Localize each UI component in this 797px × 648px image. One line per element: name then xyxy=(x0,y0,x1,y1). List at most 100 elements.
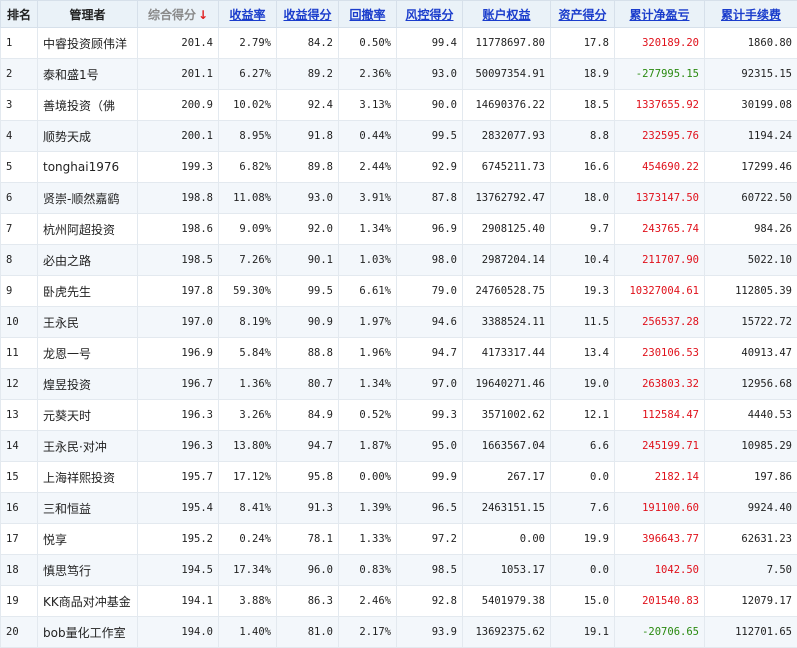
cell-cum-fee: 112701.65 xyxy=(705,617,797,648)
cell-name: 三和恒益 xyxy=(38,493,138,524)
cell-cum-pnl: 263803.32 xyxy=(615,369,705,400)
cell-name: KK商品对冲基金 xyxy=(38,586,138,617)
table-row: 2泰和盛1号201.16.27%89.22.36%93.050097354.91… xyxy=(1,59,797,90)
cell-return-score: 94.7 xyxy=(277,431,339,462)
cell-risk-score: 94.7 xyxy=(397,338,463,369)
cell-return-rate: 3.88% xyxy=(219,586,277,617)
column-header-label[interactable]: 累计净盈亏 xyxy=(629,8,689,22)
cell-risk-score: 92.8 xyxy=(397,586,463,617)
cell-equity: 2987204.14 xyxy=(463,245,551,276)
cell-name: 龙恩一号 xyxy=(38,338,138,369)
cell-cum-pnl: 256537.28 xyxy=(615,307,705,338)
cell-return-score: 91.3 xyxy=(277,493,339,524)
cell-score: 195.2 xyxy=(138,524,219,555)
cell-asset-score: 0.0 xyxy=(551,555,615,586)
table-body: 1中睿投资顾伟洋201.42.79%84.20.50%99.411778697.… xyxy=(1,28,797,648)
column-header-cum-fee[interactable]: 累计手续费 xyxy=(705,1,797,28)
cell-return-score: 99.5 xyxy=(277,276,339,307)
cell-return-rate: 3.26% xyxy=(219,400,277,431)
cell-return-score: 93.0 xyxy=(277,183,339,214)
cell-score: 198.6 xyxy=(138,214,219,245)
cell-cum-fee: 40913.47 xyxy=(705,338,797,369)
cell-cum-fee: 15722.72 xyxy=(705,307,797,338)
column-header-drawdown[interactable]: 回撤率 xyxy=(339,1,397,28)
table-row: 5tonghai1976199.36.82%89.82.44%92.967452… xyxy=(1,152,797,183)
cell-return-rate: 17.12% xyxy=(219,462,277,493)
cell-cum-fee: 92315.15 xyxy=(705,59,797,90)
cell-score: 196.9 xyxy=(138,338,219,369)
cell-risk-score: 99.4 xyxy=(397,28,463,59)
column-header-label: 排名 xyxy=(7,8,31,22)
column-header-label[interactable]: 综合得分 xyxy=(148,8,196,22)
column-header-asset-score[interactable]: 资产得分 xyxy=(551,1,615,28)
cell-drawdown: 2.46% xyxy=(339,586,397,617)
cell-equity: 1663567.04 xyxy=(463,431,551,462)
cell-rank: 11 xyxy=(1,338,38,369)
cell-asset-score: 8.8 xyxy=(551,121,615,152)
cell-return-rate: 8.41% xyxy=(219,493,277,524)
cell-drawdown: 2.44% xyxy=(339,152,397,183)
cell-name: 贤崇-顺然嘉鹞 xyxy=(38,183,138,214)
cell-return-score: 89.8 xyxy=(277,152,339,183)
table-row: 16三和恒益195.48.41%91.31.39%96.52463151.157… xyxy=(1,493,797,524)
cell-return-score: 95.8 xyxy=(277,462,339,493)
cell-risk-score: 96.5 xyxy=(397,493,463,524)
cell-rank: 19 xyxy=(1,586,38,617)
column-header-cum-pnl[interactable]: 累计净盈亏 xyxy=(615,1,705,28)
cell-name: 悦享 xyxy=(38,524,138,555)
cell-risk-score: 96.9 xyxy=(397,214,463,245)
column-header-label[interactable]: 账户权益 xyxy=(482,8,530,22)
column-header-equity[interactable]: 账户权益 xyxy=(463,1,551,28)
cell-drawdown: 0.83% xyxy=(339,555,397,586)
column-header-label[interactable]: 回撤率 xyxy=(349,8,385,22)
cell-score: 201.4 xyxy=(138,28,219,59)
cell-cum-fee: 12956.68 xyxy=(705,369,797,400)
cell-drawdown: 1.03% xyxy=(339,245,397,276)
cell-return-score: 81.0 xyxy=(277,617,339,648)
column-header-label[interactable]: 收益得分 xyxy=(283,8,331,22)
cell-cum-pnl: 454690.22 xyxy=(615,152,705,183)
cell-name: 顺势天成 xyxy=(38,121,138,152)
cell-equity: 11778697.80 xyxy=(463,28,551,59)
cell-asset-score: 6.6 xyxy=(551,431,615,462)
column-header-risk-score[interactable]: 风控得分 xyxy=(397,1,463,28)
cell-drawdown: 2.36% xyxy=(339,59,397,90)
cell-drawdown: 1.39% xyxy=(339,493,397,524)
cell-rank: 9 xyxy=(1,276,38,307)
cell-risk-score: 92.9 xyxy=(397,152,463,183)
cell-score: 199.3 xyxy=(138,152,219,183)
column-header-return-rate[interactable]: 收益率 xyxy=(219,1,277,28)
table-row: 10王永民197.08.19%90.91.97%94.63388524.1111… xyxy=(1,307,797,338)
column-header-label[interactable]: 累计手续费 xyxy=(721,8,781,22)
cell-drawdown: 0.44% xyxy=(339,121,397,152)
cell-cum-fee: 1860.80 xyxy=(705,28,797,59)
cell-cum-pnl: 232595.76 xyxy=(615,121,705,152)
cell-rank: 5 xyxy=(1,152,38,183)
cell-score: 200.1 xyxy=(138,121,219,152)
cell-drawdown: 3.13% xyxy=(339,90,397,121)
sort-desc-arrow-icon[interactable]: ↓ xyxy=(198,8,208,22)
column-header-return-score[interactable]: 收益得分 xyxy=(277,1,339,28)
cell-risk-score: 93.0 xyxy=(397,59,463,90)
cell-asset-score: 10.4 xyxy=(551,245,615,276)
cell-asset-score: 19.3 xyxy=(551,276,615,307)
table-row: 20bob量化工作室194.01.40%81.02.17%93.91369237… xyxy=(1,617,797,648)
cell-cum-fee: 1194.24 xyxy=(705,121,797,152)
cell-asset-score: 18.9 xyxy=(551,59,615,90)
table-row: 18慎思笃行194.517.34%96.00.83%98.51053.170.0… xyxy=(1,555,797,586)
cell-cum-fee: 62631.23 xyxy=(705,524,797,555)
column-header-label[interactable]: 资产得分 xyxy=(558,8,606,22)
cell-cum-fee: 30199.08 xyxy=(705,90,797,121)
cell-name: 善境投资（佛 xyxy=(38,90,138,121)
cell-return-score: 90.1 xyxy=(277,245,339,276)
cell-risk-score: 93.9 xyxy=(397,617,463,648)
column-header-label[interactable]: 风控得分 xyxy=(405,8,453,22)
cell-cum-pnl: 1042.50 xyxy=(615,555,705,586)
column-header-label[interactable]: 收益率 xyxy=(229,8,265,22)
cell-score: 194.0 xyxy=(138,617,219,648)
column-header-score[interactable]: 综合得分↓ xyxy=(138,1,219,28)
cell-cum-pnl: 1373147.50 xyxy=(615,183,705,214)
cell-asset-score: 19.0 xyxy=(551,369,615,400)
table-row: 13元葵天时196.33.26%84.90.52%99.33571002.621… xyxy=(1,400,797,431)
cell-score: 194.5 xyxy=(138,555,219,586)
